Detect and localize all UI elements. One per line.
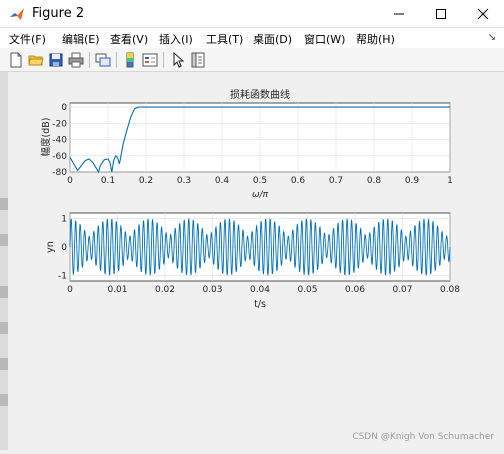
y-tick-label: -40 (52, 136, 67, 146)
new-figure-icon[interactable] (8, 52, 24, 68)
figure-window: Figure 2 文件(F) 编辑(E) 查看(V) 插入(I) 工具(T) 桌… (0, 0, 504, 450)
x-tick-label: 0.2 (139, 176, 153, 186)
toolbar (0, 48, 504, 72)
menu-bar: 文件(F) 编辑(E) 查看(V) 插入(I) 工具(T) 桌面(D) 窗口(W… (0, 28, 504, 48)
x-tick-label: 0.5 (253, 176, 267, 186)
menu-view[interactable]: 查看(V) (110, 31, 148, 47)
matlab-icon (10, 8, 24, 20)
x-tick-label: 0.8 (367, 176, 382, 186)
close-button[interactable] (462, 0, 504, 28)
minimize-icon (394, 13, 404, 15)
menu-desktop[interactable]: 桌面(D) (253, 31, 292, 47)
x-tick-label: 0.1 (101, 176, 115, 186)
y-tick-label: -20 (52, 119, 67, 129)
window-title: Figure 2 (32, 6, 85, 21)
y-tick-label: 0 (61, 103, 67, 113)
x-tick-label: 0.01 (107, 285, 127, 295)
y-tick-label: -60 (52, 152, 67, 162)
x-tick-label: 0.06 (345, 285, 365, 295)
x-tick-label: 0.02 (155, 285, 175, 295)
menu-file[interactable]: 文件(F) (9, 31, 46, 47)
title-bar[interactable]: Figure 2 (0, 0, 504, 28)
menu-help[interactable]: 帮助(H) (356, 31, 395, 47)
print-icon[interactable] (68, 52, 84, 68)
x-tick-label: 0.03 (202, 285, 222, 295)
x-tick-label: 0.07 (392, 285, 412, 295)
x-axis-label: ω/π (252, 190, 269, 200)
maximize-icon (436, 9, 446, 19)
maximize-button[interactable] (420, 0, 462, 28)
y-tick-label: 0 (61, 243, 67, 253)
chart-title: 损耗函数曲线 (230, 88, 290, 101)
x-tick-label: 0.04 (250, 285, 270, 295)
link-plot-icon[interactable] (95, 52, 111, 68)
menu-window[interactable]: 窗口(W) (304, 31, 345, 47)
x-tick-label: 0.05 (297, 285, 317, 295)
x-tick-label: 0.9 (405, 176, 420, 186)
dock-arrow-icon[interactable]: ↘ (488, 32, 496, 43)
x-tick-label: 0.4 (215, 176, 230, 186)
toolbar-separator (89, 52, 90, 68)
y-tick-label: 1 (61, 215, 67, 225)
y-tick-label: -1 (58, 271, 67, 281)
minimize-button[interactable] (378, 0, 420, 28)
x-axis-label: t/s (254, 299, 266, 310)
watermark-text: CSDN @Knigh Von Schumacher (352, 432, 494, 442)
x-tick-label: 0 (67, 285, 73, 295)
menu-edit[interactable]: 编辑(E) (62, 31, 100, 47)
axes-signal[interactable]: 0 0.01 0.02 0.03 0.04 0.05 0.06 0.07 0.0810-1 t/… (45, 212, 460, 310)
x-tick-label: 0 (67, 176, 73, 186)
close-icon (477, 8, 489, 20)
figure-canvas: 0 0.1 0.2 0.3 0.4 0.5 0.6 0.7 0.8 0.9 1 0 -20 -40 -60 -… (8, 73, 504, 450)
menu-insert[interactable]: 插入(I) (159, 31, 193, 47)
axes-loss-function[interactable]: 0 0.1 0.2 0.3 0.4 0.5 0.6 0.7 0.8 0.9 1 0 -20 -40 -60 -… (40, 88, 453, 200)
x-tick-label: 0.08 (440, 285, 460, 295)
y-tick-label: -80 (52, 168, 67, 178)
y-axis-label: yn (45, 241, 56, 253)
property-inspector-icon[interactable] (190, 52, 206, 68)
x-tick-label: 0.3 (177, 176, 191, 186)
y-axis-label: 幅度(dB) (40, 118, 52, 157)
plots-svg: 0 0.1 0.2 0.3 0.4 0.5 0.6 0.7 0.8 0.9 1 0 -20 -40 -60 -… (40, 88, 460, 310)
toolbar-separator (116, 52, 117, 68)
colorbar-icon[interactable] (122, 52, 138, 68)
pointer-icon[interactable] (170, 52, 186, 68)
save-icon[interactable] (48, 52, 64, 68)
x-tick-label: 0.6 (291, 176, 306, 186)
x-tick-label: 1 (447, 176, 453, 186)
open-file-icon[interactable] (28, 52, 44, 68)
legend-icon[interactable] (142, 52, 158, 68)
x-tick-label: 0.7 (329, 176, 343, 186)
menu-tools[interactable]: 工具(T) (206, 31, 243, 47)
toolbar-separator (163, 52, 164, 68)
